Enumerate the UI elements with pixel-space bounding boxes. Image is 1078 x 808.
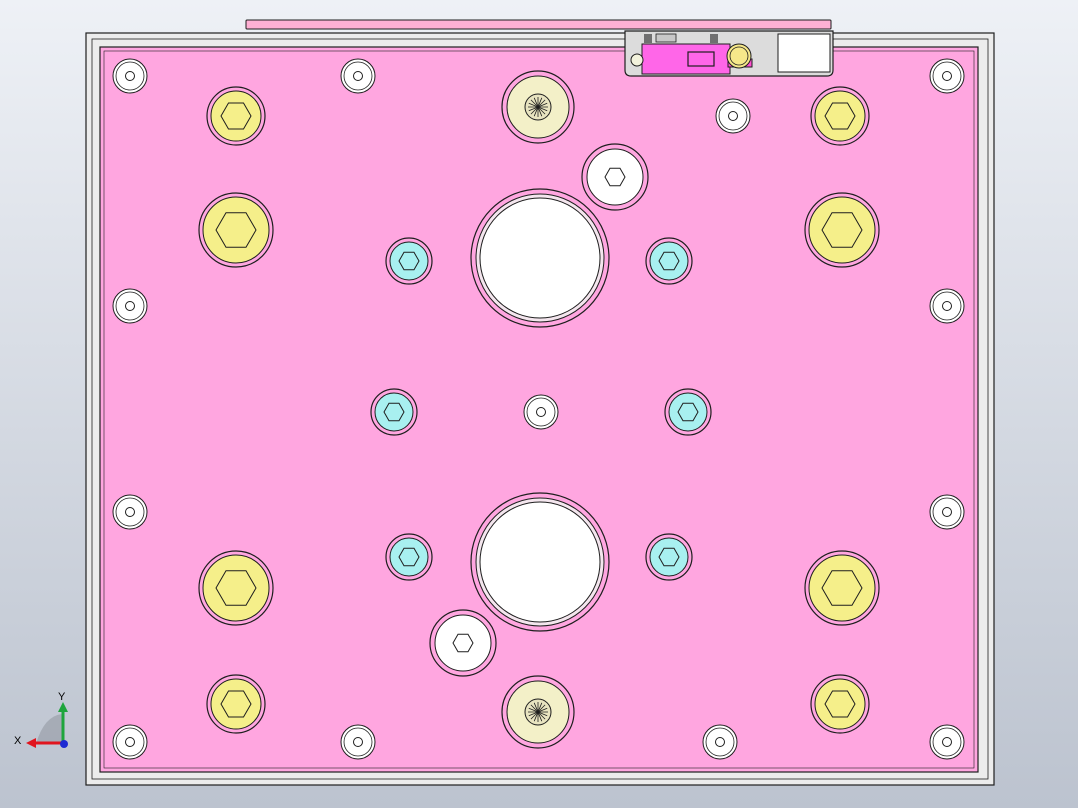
dowel-hole[interactable] <box>929 288 965 324</box>
dowel-hole[interactable] <box>340 58 376 94</box>
dowel-hole[interactable] <box>340 724 376 760</box>
sensor-screw-mid <box>655 33 677 43</box>
cap-screw-small[interactable] <box>206 86 266 146</box>
sensor-body <box>641 43 731 75</box>
dowel-hole[interactable] <box>112 58 148 94</box>
dowel-hole[interactable] <box>112 724 148 760</box>
z-axis-dot <box>60 740 68 748</box>
cap-screw-small[interactable] <box>810 674 870 734</box>
cap-screw-large[interactable] <box>804 192 880 268</box>
dowel-hole[interactable] <box>715 98 751 134</box>
sensor-screw-left <box>644 34 652 43</box>
dowel-hole[interactable] <box>112 288 148 324</box>
pocket-end-block <box>777 33 831 73</box>
cap-screw-small[interactable] <box>206 674 266 734</box>
dowel-hole[interactable] <box>929 724 965 760</box>
cap-screw-large[interactable] <box>198 192 274 268</box>
washer-screw[interactable] <box>429 609 497 677</box>
cap-screw-large[interactable] <box>804 550 880 626</box>
bore-hole[interactable] <box>470 188 610 328</box>
cap-screw-cyan[interactable] <box>385 237 433 285</box>
cap-screw-cyan[interactable] <box>645 237 693 285</box>
y-axis-label: Y <box>58 691 66 703</box>
x-axis-label: X <box>14 735 22 747</box>
cad-viewport[interactable]: X Y <box>0 0 1078 808</box>
cap-screw-small[interactable] <box>810 86 870 146</box>
guide-bushing[interactable] <box>501 675 575 749</box>
cap-screw-cyan[interactable] <box>645 533 693 581</box>
dowel-hole[interactable] <box>702 724 738 760</box>
sensor-lens <box>726 43 752 69</box>
cad-drawing[interactable]: X Y <box>0 0 1078 808</box>
pocket-locator <box>630 53 644 67</box>
dowel-hole[interactable] <box>523 394 559 430</box>
washer-screw[interactable] <box>581 143 649 211</box>
cap-screw-cyan[interactable] <box>385 533 433 581</box>
dowel-hole[interactable] <box>112 494 148 530</box>
sensor-screw-right <box>710 34 718 43</box>
cap-screw-cyan[interactable] <box>664 388 712 436</box>
cap-screw-cyan[interactable] <box>370 388 418 436</box>
guide-bushing[interactable] <box>501 70 575 144</box>
bore-hole[interactable] <box>470 492 610 632</box>
dowel-hole[interactable] <box>929 58 965 94</box>
top-cover-strip <box>245 19 832 30</box>
cap-screw-large[interactable] <box>198 550 274 626</box>
dowel-hole[interactable] <box>929 494 965 530</box>
